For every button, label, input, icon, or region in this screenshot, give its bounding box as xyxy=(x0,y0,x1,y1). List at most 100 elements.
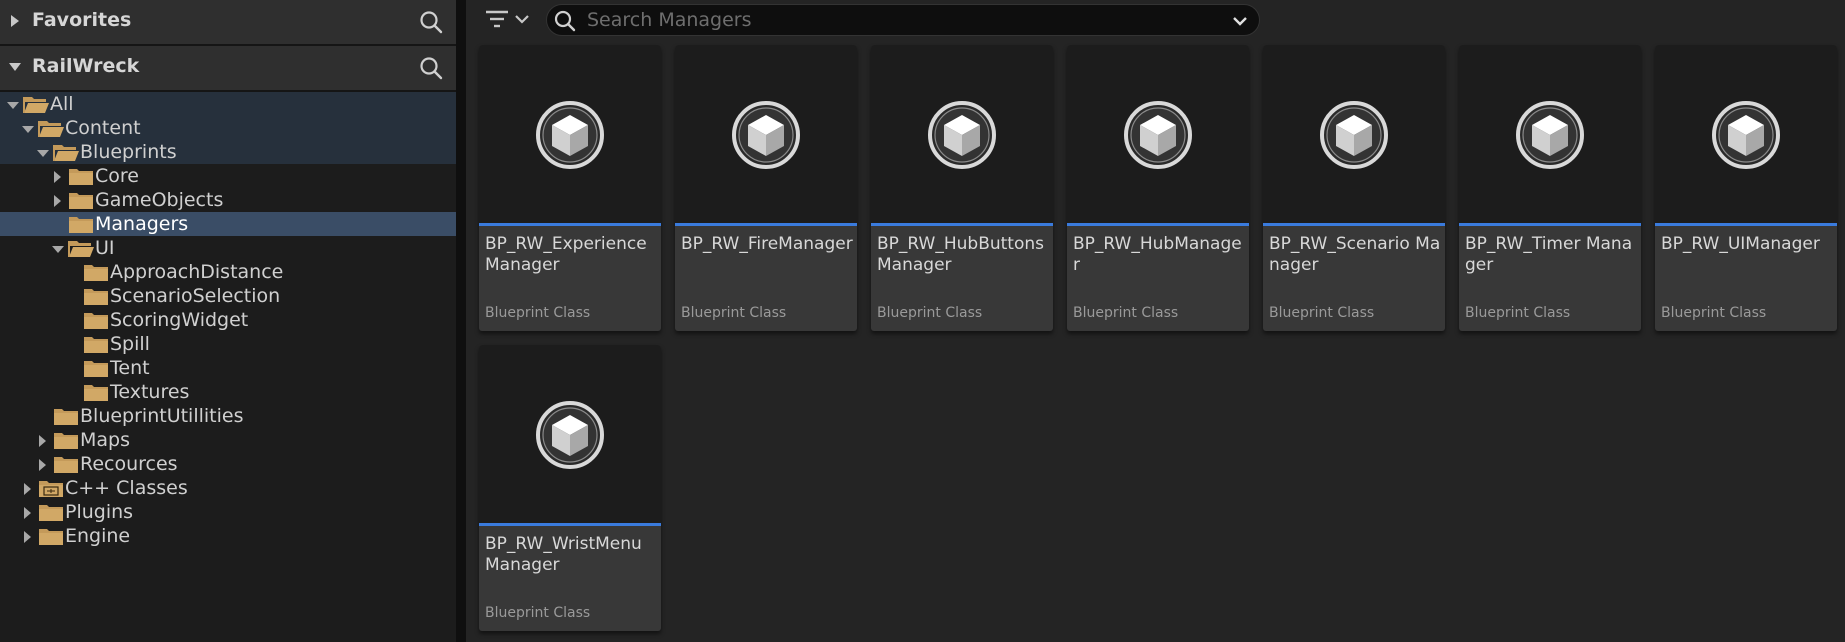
asset-type: Blueprint Class xyxy=(681,305,787,321)
project-header[interactable]: RailWreck xyxy=(0,46,456,90)
chevron-down-icon[interactable] xyxy=(51,241,65,255)
tree-item-recources[interactable]: Recources xyxy=(0,452,456,476)
tree-item-scoringwidget[interactable]: ScoringWidget xyxy=(0,308,456,332)
asset-type: Blueprint Class xyxy=(1661,305,1767,321)
asset-tile[interactable]: BP_RW_HubButtons Manager Blueprint Class xyxy=(871,45,1053,331)
asset-thumbnail xyxy=(1655,45,1837,223)
asset-tile[interactable]: BP_RW_Scenario Manager Blueprint Class xyxy=(1263,45,1445,331)
asset-name: BP_RW_UIManager xyxy=(1661,234,1820,254)
search-box[interactable] xyxy=(546,4,1260,36)
tree-item-c-classes[interactable]: C++ Classes xyxy=(0,476,456,500)
folder-icon xyxy=(67,165,95,187)
search-icon xyxy=(554,10,576,32)
asset-thumbnail xyxy=(479,45,661,223)
favorites-header[interactable]: Favorites xyxy=(0,0,456,44)
asset-tile[interactable]: BP_RW_Experience Manager Blueprint Class xyxy=(479,45,661,331)
search-input[interactable] xyxy=(587,8,1207,32)
folder-icon xyxy=(82,261,110,283)
tree-item-label: Managers xyxy=(95,213,189,235)
folder-icon xyxy=(82,381,110,403)
tree-item-label: Blueprints xyxy=(80,141,177,163)
folder-icon xyxy=(82,309,110,331)
tree-item-label: ScenarioSelection xyxy=(110,285,281,307)
tree-item-label: Tent xyxy=(110,357,150,379)
chevron-right-icon[interactable] xyxy=(51,193,65,207)
asset-tile[interactable]: BP_RW_WristMenu Manager Blueprint Class xyxy=(479,345,661,631)
folder-icon xyxy=(52,453,80,475)
folder-open-icon xyxy=(67,237,95,259)
asset-type-bar xyxy=(1263,223,1445,226)
asset-tile[interactable]: BP_RW_FireManager Blueprint Class xyxy=(675,45,857,331)
chevron-right-icon[interactable] xyxy=(21,529,35,543)
asset-thumbnail xyxy=(1067,45,1249,223)
tree-item-all[interactable]: All xyxy=(0,92,456,116)
asset-type-bar xyxy=(1067,223,1249,226)
tree-item-blueprintutillities[interactable]: BlueprintUtillities xyxy=(0,404,456,428)
filter-icon xyxy=(486,10,529,28)
chevron-down-icon[interactable] xyxy=(1231,13,1249,29)
asset-type-bar xyxy=(1459,223,1641,226)
chevron-down-icon[interactable] xyxy=(6,97,20,111)
tree-item-core[interactable]: Core xyxy=(0,164,456,188)
tree-item-scenarioselection[interactable]: ScenarioSelection xyxy=(0,284,456,308)
tree-item-plugins[interactable]: Plugins xyxy=(0,500,456,524)
asset-name: BP_RW_Experience Manager xyxy=(485,234,647,275)
folder-open-icon xyxy=(52,141,80,163)
tree-item-textures[interactable]: Textures xyxy=(0,380,456,404)
folder-icon xyxy=(82,285,110,307)
chevron-right-icon[interactable] xyxy=(21,481,35,495)
asset-name: BP_RW_HubManager xyxy=(1073,234,1242,275)
search-icon[interactable] xyxy=(418,9,444,35)
folder-icon xyxy=(37,501,65,523)
asset-type-bar xyxy=(675,223,857,226)
tree-item-blueprints[interactable]: Blueprints xyxy=(0,140,456,164)
favorites-title: Favorites xyxy=(32,9,132,31)
tree-item-label: Core xyxy=(95,165,139,187)
asset-tile[interactable]: BP_RW_HubManager Blueprint Class xyxy=(1067,45,1249,331)
tree-item-label: Spill xyxy=(110,333,150,355)
asset-name: BP_RW_Scenario Manager xyxy=(1269,234,1441,275)
tree-item-maps[interactable]: Maps xyxy=(0,428,456,452)
tree-item-tent[interactable]: Tent xyxy=(0,356,456,380)
folder-open-icon xyxy=(22,93,50,115)
asset-name: BP_RW_WristMenu Manager xyxy=(485,534,642,575)
tree-item-approachdistance[interactable]: ApproachDistance xyxy=(0,260,456,284)
asset-tile[interactable]: BP_RW_UIManager Blueprint Class xyxy=(1655,45,1837,331)
tree-item-managers[interactable]: Managers xyxy=(0,212,456,236)
folder-icon xyxy=(37,525,65,547)
asset-type: Blueprint Class xyxy=(485,605,591,621)
tree-item-label: BlueprintUtillities xyxy=(80,405,244,427)
tree-item-gameobjects[interactable]: GameObjects xyxy=(0,188,456,212)
asset-type-bar xyxy=(1655,223,1837,226)
folder-icon xyxy=(52,429,80,451)
tree-item-label: Maps xyxy=(80,429,130,451)
search-icon[interactable] xyxy=(418,55,444,81)
asset-type: Blueprint Class xyxy=(1073,305,1179,321)
chevron-down-icon[interactable] xyxy=(8,60,22,74)
asset-type: Blueprint Class xyxy=(877,305,983,321)
tree-item-engine[interactable]: Engine xyxy=(0,524,456,548)
cpp-folder-icon xyxy=(37,477,65,499)
chevron-down-icon[interactable] xyxy=(36,145,50,159)
asset-tile[interactable]: BP_RW_Timer Manager Blueprint Class xyxy=(1459,45,1641,331)
tree-item-label: Plugins xyxy=(65,501,134,523)
tree-item-spill[interactable]: Spill xyxy=(0,332,456,356)
asset-name: BP_RW_HubButtons Manager xyxy=(877,234,1044,275)
chevron-right-icon[interactable] xyxy=(51,169,65,183)
chevron-right-icon[interactable] xyxy=(36,457,50,471)
tree-item-content[interactable]: Content xyxy=(0,116,456,140)
chevron-right-icon[interactable] xyxy=(36,433,50,447)
chevron-down-icon[interactable] xyxy=(21,121,35,135)
tree-item-ui[interactable]: UI xyxy=(0,236,456,260)
folder-icon xyxy=(67,213,95,235)
asset-thumbnail xyxy=(1459,45,1641,223)
tree-item-label: Content xyxy=(65,117,141,139)
tree-item-label: Textures xyxy=(110,381,190,403)
tree-item-label: UI xyxy=(95,237,115,259)
tree-item-label: All xyxy=(50,93,74,115)
chevron-right-icon[interactable] xyxy=(8,14,22,28)
panel-splitter[interactable] xyxy=(456,0,466,642)
chevron-right-icon[interactable] xyxy=(21,505,35,519)
tree-item-label: ScoringWidget xyxy=(110,309,249,331)
filter-button[interactable] xyxy=(484,6,536,32)
